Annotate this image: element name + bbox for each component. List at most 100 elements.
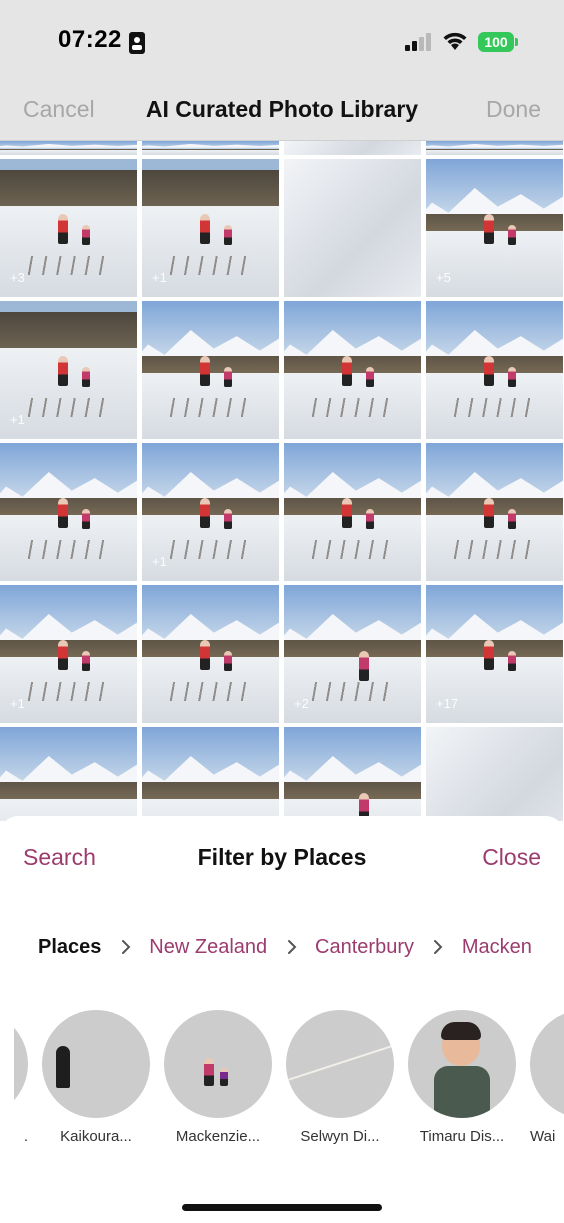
photo-thumbnail[interactable] <box>284 141 421 155</box>
photo-thumbnail[interactable]: +5 <box>426 159 563 297</box>
photo-count-badge: +1 <box>10 696 25 711</box>
place-label: Timaru Dis... <box>419 1128 505 1145</box>
person-figure <box>508 509 517 530</box>
photo-count-badge: +2 <box>294 696 309 711</box>
chevron-right-icon <box>287 939 297 960</box>
photo-thumbnail[interactable]: +1 <box>142 159 279 297</box>
person-figure <box>483 214 494 245</box>
breadcrumb-root[interactable]: Places <box>38 936 101 958</box>
person-figure <box>82 367 91 388</box>
cellular-signal-icon <box>405 33 433 56</box>
battery-level: 100 <box>478 32 514 52</box>
place-label: Mackenzie... <box>175 1128 261 1145</box>
breadcrumb-new-zealand[interactable]: New Zealand <box>149 936 267 958</box>
place-label: Kaikoura... <box>60 1128 132 1145</box>
filter-sheet: Search Filter by Places Close Places New… <box>0 816 564 1223</box>
photo-thumbnail[interactable]: +1 <box>142 443 279 581</box>
person-figure <box>57 214 68 245</box>
place-item-timaru[interactable]: Timaru Dis... <box>408 1010 516 1145</box>
person-figure <box>199 640 210 671</box>
done-button[interactable]: Done <box>486 96 541 123</box>
home-indicator <box>182 1204 382 1211</box>
photo-count-badge: +3 <box>10 270 25 285</box>
photo-thumbnail[interactable]: +17 <box>426 585 563 723</box>
sheet-title: Filter by Places <box>197 844 367 870</box>
photo-count-badge: +1 <box>152 270 167 285</box>
chevron-right-icon <box>121 939 131 960</box>
photo-thumbnail[interactable] <box>426 301 563 439</box>
wifi-icon <box>442 31 468 56</box>
place-label: Selwyn Di... <box>300 1128 380 1145</box>
person-figure <box>199 214 210 245</box>
person-figure <box>199 356 210 387</box>
status-time: 07:22 <box>58 26 122 53</box>
place-item[interactable]: . <box>14 1010 28 1145</box>
person-figure <box>341 498 352 529</box>
photo-thumbnail[interactable] <box>142 301 279 439</box>
photo-grid: +3 +1 +5 +1 +1 +1 +2 +17 <box>0 141 564 821</box>
person-figure <box>483 640 494 671</box>
photo-thumbnail[interactable] <box>0 443 137 581</box>
place-thumbnail <box>42 1010 150 1118</box>
photo-thumbnail[interactable]: +1 <box>0 585 137 723</box>
person-figure <box>82 651 91 672</box>
photo-thumbnail[interactable] <box>0 141 137 155</box>
photo-thumbnail[interactable] <box>426 443 563 581</box>
person-figure <box>82 225 91 246</box>
breadcrumb-canterbury[interactable]: Canterbury <box>315 936 414 958</box>
place-label: Wai <box>530 1128 556 1145</box>
photo-thumbnail[interactable]: +1 <box>0 301 137 439</box>
place-thumbnail <box>164 1010 272 1118</box>
photo-thumbnail[interactable] <box>142 141 279 155</box>
photo-thumbnail[interactable] <box>284 159 421 297</box>
photo-thumbnail[interactable]: +3 <box>0 159 137 297</box>
photo-thumbnail[interactable]: +2 <box>284 585 421 723</box>
person-figure <box>366 509 375 530</box>
person-figure <box>199 498 210 529</box>
person-figure <box>483 498 494 529</box>
photo-count-badge: +17 <box>436 696 459 711</box>
id-card-icon <box>129 32 145 59</box>
person-figure <box>508 367 517 388</box>
photo-thumbnail[interactable] <box>426 727 563 821</box>
person-figure <box>508 651 517 672</box>
person-figure <box>483 356 494 387</box>
person-figure <box>341 356 352 387</box>
photo-thumbnail[interactable] <box>0 727 137 821</box>
place-thumbnail <box>408 1010 516 1118</box>
person-figure <box>224 367 233 388</box>
battery-icon <box>515 38 518 46</box>
status-bar: 07:22 100 <box>0 0 564 84</box>
person-figure <box>57 498 68 529</box>
place-item-selwyn[interactable]: Selwyn Di... <box>286 1010 394 1145</box>
nav-bar: Cancel AI Curated Photo Library Done <box>0 84 564 141</box>
photo-thumbnail[interactable] <box>284 301 421 439</box>
photo-thumbnail[interactable] <box>284 727 421 821</box>
person-figure <box>57 640 68 671</box>
place-label: . <box>23 1128 28 1145</box>
person-figure <box>359 651 370 682</box>
person-figure <box>224 651 233 672</box>
photo-count-badge: +1 <box>10 412 25 427</box>
photo-count-badge: +1 <box>152 554 167 569</box>
person-figure <box>82 509 91 530</box>
person-figure <box>224 509 233 530</box>
place-thumbnail <box>530 1010 564 1118</box>
person-figure <box>224 225 233 246</box>
photo-thumbnail[interactable] <box>426 141 563 155</box>
photo-thumbnail[interactable] <box>142 585 279 723</box>
place-thumbnail <box>14 1010 28 1118</box>
photo-thumbnail[interactable] <box>284 443 421 581</box>
photo-thumbnail[interactable] <box>142 727 279 821</box>
place-thumbnail <box>286 1010 394 1118</box>
place-item-kaikoura[interactable]: Kaikoura... <box>42 1010 150 1145</box>
person-figure <box>366 367 375 388</box>
person-figure <box>57 356 68 387</box>
place-item-mackenzie[interactable]: Mackenzie... <box>164 1010 272 1145</box>
breadcrumb-mackenzie[interactable]: Macken <box>462 936 532 958</box>
close-button[interactable]: Close <box>482 844 541 871</box>
places-carousel[interactable]: . Kaikoura... Mackenzie... Selwyn Di... … <box>14 1010 564 1150</box>
breadcrumb: Places New Zealand Canterbury Macken <box>38 936 564 966</box>
place-item-wai[interactable]: Wai <box>530 1010 564 1145</box>
chevron-right-icon <box>433 939 443 960</box>
